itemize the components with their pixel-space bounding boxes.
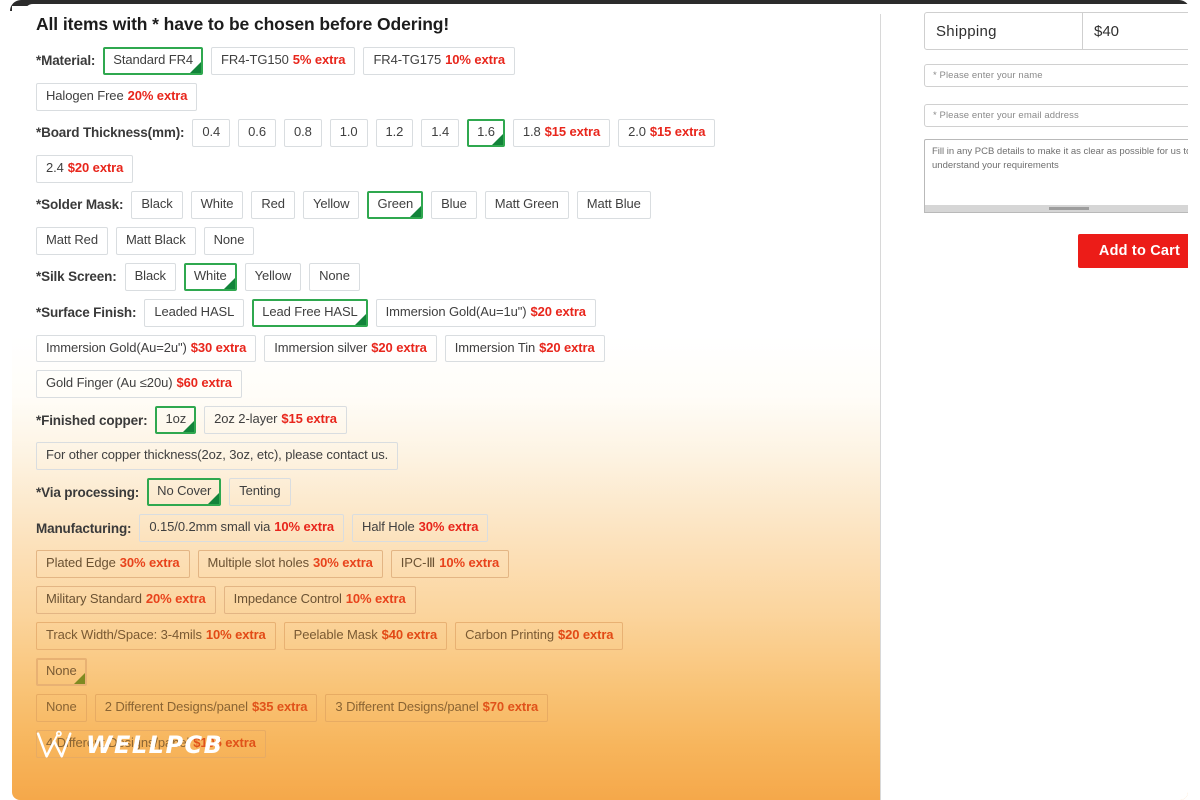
option-row-surface-finish-cont: Immersion Gold(Au=2u")$30 extra Immersio… [30,335,870,363]
option-row-board-thickness: *Board Thickness(mm): 0.4 0.6 0.8 1.0 1.… [30,119,870,147]
option-material-halogen-free[interactable]: Halogen Free20% extra [36,83,197,111]
option-mfg-impedance-control[interactable]: Impedance Control10% extra [224,586,416,614]
option-material-standard-fr4[interactable]: Standard FR4 [103,47,203,75]
option-solder-matt-blue[interactable]: Matt Blue [577,191,651,219]
option-mfg-none[interactable]: None [36,658,87,686]
row-label-silk-screen: *Silk Screen: [36,269,117,284]
pcb-details-textarea[interactable]: Fill in any PCB details to make it as cl… [924,139,1188,211]
option-mfg-track-width-space[interactable]: Track Width/Space: 3-4mils10% extra [36,622,276,650]
row-label-finished-copper: *Finished copper: [36,413,147,428]
option-thickness-1-8[interactable]: 1.8$15 extra [513,119,610,147]
order-summary-panel: Shipping $40 Fill in any PCB details to … [881,6,1188,800]
page-title: All items with * have to be chosen befor… [36,14,870,35]
option-row-manufacturing-4: Track Width/Space: 3-4mils10% extra Peel… [30,622,870,650]
option-finish-gold-finger[interactable]: Gold Finger (Au ≤20u)$60 extra [36,370,242,398]
option-finish-immersion-gold-2u[interactable]: Immersion Gold(Au=2u")$30 extra [36,335,256,363]
option-thickness-0-8[interactable]: 0.8 [284,119,322,147]
row-label-via-processing: *Via processing: [36,485,139,500]
option-mfg-ipc-iii[interactable]: IPC-Ⅲ10% extra [391,550,509,578]
option-row-manufacturing: Manufacturing: 0.15/0.2mm small via10% e… [30,514,870,542]
option-silk-yellow[interactable]: Yellow [245,263,302,291]
option-finish-leaded-hasl[interactable]: Leaded HASL [144,299,244,327]
option-solder-matt-green[interactable]: Matt Green [485,191,569,219]
option-solder-none[interactable]: None [204,227,255,255]
shipping-row: Shipping $40 [924,12,1188,50]
option-thickness-1-4[interactable]: 1.4 [421,119,459,147]
option-silk-white[interactable]: White [184,263,237,291]
option-finish-immersion-tin[interactable]: Immersion Tin$20 extra [445,335,605,363]
option-solder-green[interactable]: Green [367,191,423,219]
option-panel-2-designs[interactable]: 2 Different Designs/panel$35 extra [95,694,318,722]
option-mfg-military-standard[interactable]: Military Standard20% extra [36,586,216,614]
option-silk-black[interactable]: Black [125,263,176,291]
option-row-board-thickness-cont: 2.4$20 extra [30,155,870,183]
option-finish-lead-free-hasl[interactable]: Lead Free HASL [252,299,367,327]
option-thickness-0-6[interactable]: 0.6 [238,119,276,147]
option-mfg-plated-edge[interactable]: Plated Edge30% extra [36,550,190,578]
copper-thickness-note: For other copper thickness(2oz, 3oz, etc… [36,442,398,470]
option-solder-red[interactable]: Red [251,191,295,219]
option-row-material: *Material: Standard FR4 FR4-TG1505% extr… [30,47,870,75]
option-thickness-0-4[interactable]: 0.4 [192,119,230,147]
row-label-board-thickness: *Board Thickness(mm): [36,125,184,140]
option-mfg-half-hole[interactable]: Half Hole30% extra [352,514,488,542]
option-copper-1oz[interactable]: 1oz [155,406,196,434]
textarea-scroll-footer[interactable] [924,205,1188,213]
row-label-material: *Material: [36,53,95,68]
option-panel-none[interactable]: None [36,694,87,722]
shipping-label: Shipping [925,13,1083,49]
option-thickness-1-6[interactable]: 1.6 [467,119,505,147]
option-row-solder-mask: *Solder Mask: Black White Red Yellow Gre… [30,191,870,219]
add-to-cart-button[interactable]: Add to Cart [1078,234,1188,268]
option-solder-matt-black[interactable]: Matt Black [116,227,196,255]
option-row-via-processing: *Via processing: No Cover Tenting [30,478,870,506]
name-input[interactable] [924,64,1188,87]
option-row-finished-copper: *Finished copper: 1oz 2oz 2-layer$15 ext… [30,406,870,434]
option-solder-yellow[interactable]: Yellow [303,191,360,219]
option-material-fr4-tg150[interactable]: FR4-TG1505% extra [211,47,355,75]
option-mfg-multiple-slot-holes[interactable]: Multiple slot holes30% extra [198,550,383,578]
option-solder-black[interactable]: Black [131,191,182,219]
option-row-manufacturing-5: None [30,658,870,686]
option-panel-3-designs[interactable]: 3 Different Designs/panel$70 extra [325,694,548,722]
option-mfg-small-via[interactable]: 0.15/0.2mm small via10% extra [139,514,344,542]
option-row-solder-mask-cont: Matt Red Matt Black None [30,227,870,255]
option-finish-immersion-silver[interactable]: Immersion silver$20 extra [264,335,437,363]
option-solder-white[interactable]: White [191,191,244,219]
shipping-value: $40 [1083,13,1188,49]
page-canvas: All items with * have to be chosen befor… [12,6,1188,800]
option-silk-none[interactable]: None [309,263,360,291]
option-row-copper-note: For other copper thickness(2oz, 3oz, etc… [30,442,870,470]
row-label-manufacturing: Manufacturing: [36,521,131,536]
option-thickness-1-0[interactable]: 1.0 [330,119,368,147]
option-row-material-cont: Halogen Free20% extra [30,83,870,111]
option-via-tenting[interactable]: Tenting [229,478,290,506]
option-row-panel-designs: None 2 Different Designs/panel$35 extra … [30,694,870,722]
option-panel-4-designs[interactable]: 4 Different Designs/panel$105 extra [36,730,266,758]
email-input[interactable] [924,104,1188,127]
option-row-manufacturing-2: Plated Edge30% extra Multiple slot holes… [30,550,870,578]
option-row-manufacturing-3: Military Standard20% extra Impedance Con… [30,586,870,614]
option-row-silk-screen: *Silk Screen: Black White Yellow None [30,263,870,291]
option-row-surface-finish: *Surface Finish: Leaded HASL Lead Free H… [30,299,870,327]
option-solder-blue[interactable]: Blue [431,191,477,219]
option-solder-matt-red[interactable]: Matt Red [36,227,108,255]
option-row-surface-finish-cont2: Gold Finger (Au ≤20u)$60 extra [30,370,870,398]
option-thickness-2-0[interactable]: 2.0$15 extra [618,119,715,147]
pcb-order-configurator-page: All items with * have to be chosen befor… [0,0,1200,800]
option-row-panel-designs-cont: 4 Different Designs/panel$105 extra [30,730,870,758]
option-copper-2oz-2layer[interactable]: 2oz 2-layer$15 extra [204,406,347,434]
option-mfg-carbon-printing[interactable]: Carbon Printing$20 extra [455,622,623,650]
pcb-options-panel: All items with * have to be chosen befor… [30,8,870,766]
row-label-solder-mask: *Solder Mask: [36,197,123,212]
option-thickness-2-4[interactable]: 2.4$20 extra [36,155,133,183]
option-mfg-peelable-mask[interactable]: Peelable Mask$40 extra [284,622,447,650]
option-thickness-1-2[interactable]: 1.2 [376,119,414,147]
option-material-fr4-tg175[interactable]: FR4-TG17510% extra [363,47,515,75]
row-label-surface-finish: *Surface Finish: [36,305,136,320]
option-via-no-cover[interactable]: No Cover [147,478,221,506]
option-finish-immersion-gold-1u[interactable]: Immersion Gold(Au=1u")$20 extra [376,299,596,327]
